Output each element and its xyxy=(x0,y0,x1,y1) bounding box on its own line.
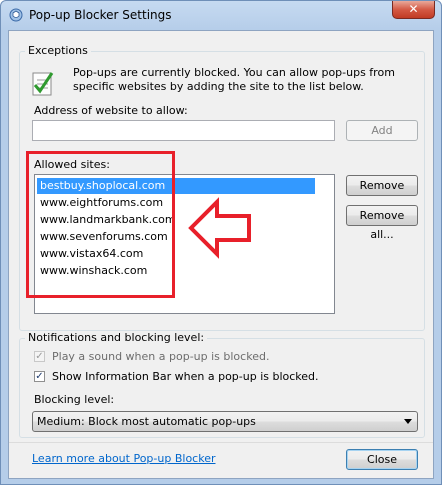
show-infobar-checkbox[interactable]: ✓ xyxy=(34,371,45,382)
dialog-window: Pop-up Blocker Settings ✕ Exceptions Pop… xyxy=(0,0,442,485)
remove-all-button[interactable]: Remove all... xyxy=(346,205,418,241)
play-sound-label: Play a sound when a pop-up is blocked. xyxy=(52,350,270,363)
chevron-down-icon xyxy=(404,419,412,424)
annotation-highlight-box xyxy=(26,151,175,298)
address-label: Address of website to allow: xyxy=(34,104,188,117)
ie-shield-icon xyxy=(9,8,23,22)
notifications-legend: Notifications and blocking level: xyxy=(25,331,208,344)
footer-separator xyxy=(9,442,433,443)
checklist-icon xyxy=(32,72,54,96)
show-infobar-label: Show Information Bar when a pop-up is bl… xyxy=(52,370,319,383)
learn-more-link[interactable]: Learn more about Pop-up Blocker xyxy=(32,452,216,465)
add-button[interactable]: Add xyxy=(346,120,418,141)
window-title: Pop-up Blocker Settings xyxy=(29,8,172,22)
blocking-level-value: Medium: Block most automatic pop-ups xyxy=(37,415,256,428)
show-infobar-checkbox-row[interactable]: ✓ Show Information Bar when a pop-up is … xyxy=(34,370,354,386)
address-input[interactable] xyxy=(32,120,335,141)
title-bar[interactable]: Pop-up Blocker Settings ✕ xyxy=(1,1,441,29)
close-button[interactable]: Close xyxy=(346,449,418,470)
play-sound-checkbox-row[interactable]: ✓ Play a sound when a pop-up is blocked. xyxy=(34,350,334,366)
close-icon: ✕ xyxy=(408,2,419,16)
remove-button[interactable]: Remove xyxy=(346,175,418,196)
exceptions-info-text: Pop-ups are currently blocked. You can a… xyxy=(73,66,395,93)
play-sound-checkbox[interactable]: ✓ xyxy=(34,351,45,362)
annotation-arrow-icon xyxy=(188,197,251,259)
blocking-level-select[interactable]: Medium: Block most automatic pop-ups xyxy=(32,411,418,432)
window-close-button[interactable]: ✕ xyxy=(392,1,435,19)
dialog-client-area: Exceptions Pop-ups are currently blocked… xyxy=(8,30,434,479)
blocking-level-label: Blocking level: xyxy=(34,393,115,406)
exceptions-legend: Exceptions xyxy=(25,44,91,57)
